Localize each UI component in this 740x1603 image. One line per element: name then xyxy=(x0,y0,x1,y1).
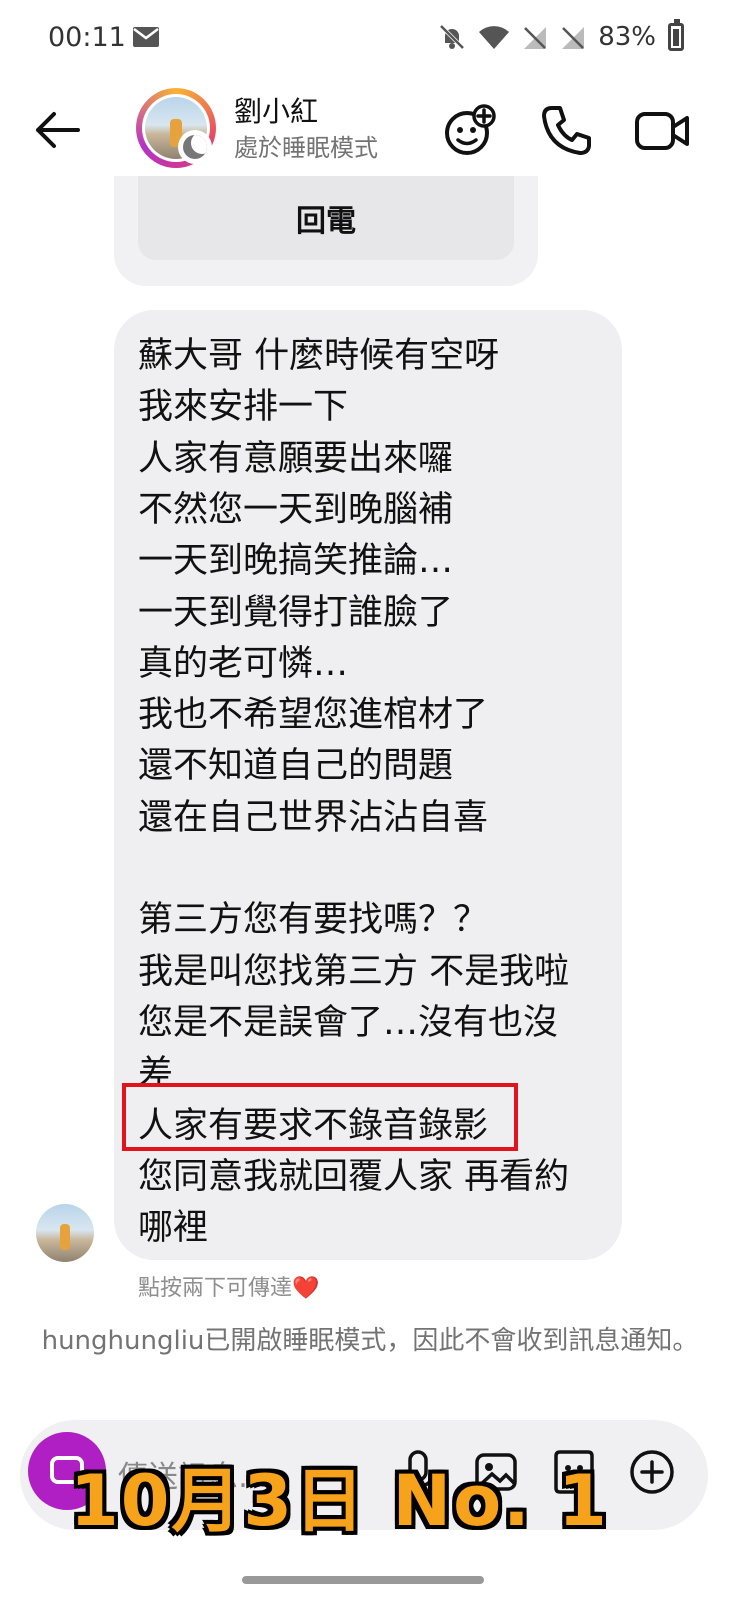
message-line: 一天到晚搞笑推論… xyxy=(138,541,454,581)
contact-name[interactable]: 劉小紅 xyxy=(234,90,318,130)
plus-icon[interactable] xyxy=(626,1446,678,1498)
status-icons: 83% xyxy=(438,19,684,52)
sleep-mode-badge xyxy=(178,130,212,164)
highlight-annotation-box xyxy=(122,1083,518,1151)
message-line: 您是不是誤會了…沒有也沒 xyxy=(138,1003,559,1043)
callback-label[interactable]: 回電 xyxy=(138,196,514,240)
message-line: 不然您一天到晚腦補 xyxy=(138,490,454,530)
message-line: 我來安排一下 xyxy=(138,387,349,427)
message-line: 我是叫您找第三方 不是我啦 xyxy=(138,952,570,992)
mail-icon xyxy=(133,27,159,47)
double-tap-hint: 點按兩下可傳達❤️ xyxy=(138,1276,320,1301)
home-indicator[interactable] xyxy=(242,1576,484,1584)
battery-icon xyxy=(668,19,684,51)
video-icon[interactable] xyxy=(632,100,692,160)
no-signal-icon xyxy=(562,27,585,49)
wifi-icon xyxy=(479,26,510,49)
battery-fill xyxy=(673,29,679,46)
contact-status: 處於睡眠模式 xyxy=(234,134,378,162)
status-time: 00:11 xyxy=(48,22,126,53)
sticker-game-icon[interactable] xyxy=(440,100,500,160)
sleep-mode-notice: hunghungliu已開啟睡眠模式，因此不會收到訊息通知。 xyxy=(41,1326,699,1356)
message-line: 蘇大哥 什麼時候有空呀 xyxy=(138,336,500,376)
sender-avatar[interactable] xyxy=(36,1204,94,1262)
message-line: 哪裡 xyxy=(138,1208,209,1248)
message-line: 還在自己世界沾沾自喜 xyxy=(138,798,489,838)
overlay-date-caption: 10月3日 No. 1 xyxy=(70,1460,609,1542)
moon-icon xyxy=(183,135,207,159)
message-line: 您同意我就回覆人家 再看約 xyxy=(138,1157,570,1197)
no-signal-icon xyxy=(524,27,547,49)
battery-percent: 83% xyxy=(598,22,656,52)
message-line: 還不知道自己的問題 xyxy=(138,746,454,786)
chat-header: 劉小紅 處於睡眠模式 xyxy=(0,78,740,186)
phone-icon[interactable] xyxy=(536,100,596,160)
status-bar: 00:11 83% xyxy=(0,0,740,78)
back-arrow-icon[interactable] xyxy=(30,102,86,158)
mute-icon xyxy=(439,24,465,50)
message-line: 人家有意願要出來囉 xyxy=(138,439,454,479)
message-line: 真的老可憐… xyxy=(138,644,349,684)
message-line: 第三方您有要找嗎？？ xyxy=(138,900,489,940)
message-line: 一天到覺得打誰臉了 xyxy=(138,593,454,633)
message-line: 我也不希望您進棺材了 xyxy=(138,695,489,735)
